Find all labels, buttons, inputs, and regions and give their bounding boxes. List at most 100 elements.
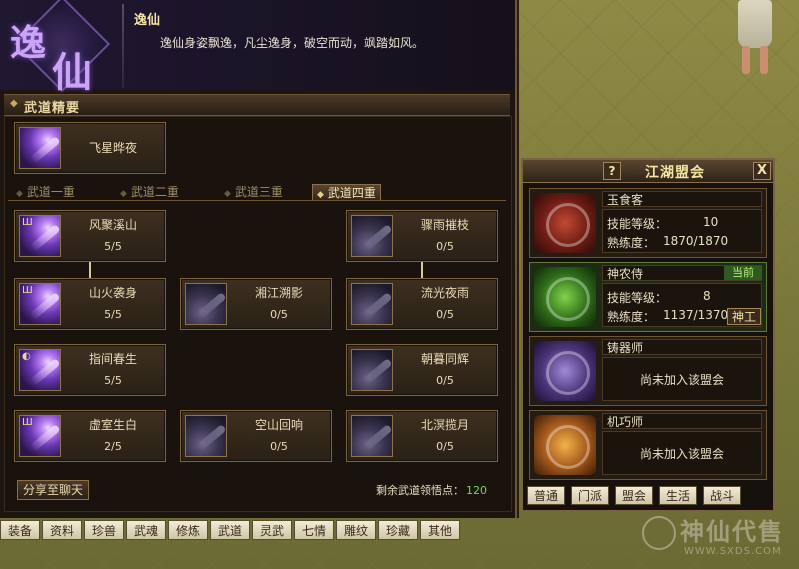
featured-skill-card[interactable]: 飞星晔夜 (14, 122, 166, 174)
craft-button[interactable]: 神工 (727, 308, 761, 325)
tab-tier-1[interactable]: ◆ 武道一重 (12, 184, 79, 200)
tab-equipment[interactable]: 装备 (0, 520, 40, 540)
tab-profile[interactable]: 资料 (42, 520, 82, 540)
tab-tier-3[interactable]: ◆ 武道三重 (220, 184, 287, 200)
guild-stats: 技能等级： 8 熟练度： 1137/1370 神工 (602, 283, 762, 327)
skill-card[interactable]: 朝暮同辉 0/5 (346, 344, 498, 396)
watermark-title: 神仙代售 (680, 517, 784, 546)
class-emblem: 逸 仙 (6, 0, 111, 96)
herbalist-guild-icon (534, 267, 596, 327)
tab-soul[interactable]: 武魂 (126, 520, 166, 540)
points-label: 剩余武道领悟点： (376, 484, 464, 497)
skill-level: 0/5 (270, 308, 288, 321)
points-value: 120 (466, 484, 487, 497)
tab-alliance[interactable]: 盟会 (615, 486, 653, 505)
tab-cultivation[interactable]: 修炼 (168, 520, 208, 540)
section-title: 武道精要 (24, 101, 81, 116)
skill-level: 0/5 (436, 240, 454, 253)
level-label: 技能等级： (607, 217, 668, 231)
skill-level: 0/5 (436, 308, 454, 321)
skill-connector (421, 262, 423, 278)
close-icon[interactable]: X (753, 162, 771, 180)
skill-level: 5/5 (104, 308, 122, 321)
skill-icon: ◐ (19, 349, 61, 391)
tab-tier-2[interactable]: ◆ 武道二重 (116, 184, 183, 200)
skill-card[interactable]: Ш 虚室生白 2/5 (14, 410, 166, 462)
guild-stats: 技能等级： 10 熟练度： 1870/1870 (602, 209, 762, 253)
character-figure (728, 0, 784, 78)
skill-icon (351, 415, 393, 457)
tab-collection[interactable]: 珍藏 (378, 520, 418, 540)
skill-card[interactable]: 流光夜雨 0/5 (346, 278, 498, 330)
level-value: 8 (703, 289, 711, 303)
level-label: 技能等级： (607, 291, 668, 305)
guild-card-current[interactable]: 神农侍 当前 技能等级： 8 熟练度： 1137/1370 神工 (529, 262, 767, 332)
guild-status: 尚未加入该盟会 (602, 431, 762, 475)
skill-name: 风聚溪山 (88, 218, 137, 232)
skill-name: 空山回响 (254, 418, 303, 432)
martial-path-panel: 逸 仙 逸仙 逸仙身姿飘逸，凡尘逸身，破空而动，飒踏如风。 ◆ 武道精要 飞星晔… (0, 0, 517, 518)
skill-name: 朝暮同辉 (420, 352, 469, 366)
emblem-char-1: 逸 (10, 22, 47, 64)
skill-card[interactable]: 骤雨摧枝 0/5 (346, 210, 498, 262)
tab-martial-path[interactable]: 武道 (210, 520, 250, 540)
guild-name: 机巧师 (602, 413, 762, 429)
tab-life[interactable]: 生活 (659, 486, 697, 505)
skill-level: 0/5 (436, 440, 454, 453)
class-description: 逸仙身姿飘逸，凡尘逸身，破空而动，飒踏如风。 (160, 36, 425, 50)
help-icon[interactable]: ? (603, 162, 621, 180)
skill-level: 0/5 (270, 440, 288, 453)
skill-card[interactable]: 空山回响 0/5 (180, 410, 332, 462)
tab-tier-4[interactable]: ◆ 武道四重 (312, 184, 381, 201)
remaining-points: 剩余武道领悟点： 120 (376, 482, 487, 498)
class-header: 逸 仙 逸仙 逸仙身姿飘逸，凡尘逸身，破空而动，飒踏如风。 (0, 0, 515, 96)
skill-card[interactable]: Ш 风聚溪山 5/5 (14, 210, 166, 262)
share-to-chat-button[interactable]: 分享至聊天 (17, 480, 90, 500)
guild-name: 铸器师 (602, 339, 762, 355)
emblem-char-2: 仙 (52, 49, 92, 96)
tab-combat[interactable]: 战斗 (703, 486, 741, 505)
skill-card[interactable]: 湘江溯影 0/5 (180, 278, 332, 330)
skill-icon (351, 215, 393, 257)
skill-name: 山火袭身 (88, 286, 137, 300)
tab-pets[interactable]: 珍兽 (84, 520, 124, 540)
alliance-tabs: 普通 门派 盟会 生活 战斗 (527, 486, 777, 508)
tab-other[interactable]: 其他 (420, 520, 460, 540)
skill-icon: Ш (19, 415, 61, 457)
proficiency-value: 1870/1870 (663, 234, 729, 248)
purple-slash-icon (19, 127, 61, 169)
watermark: 神仙代售 WWW.SXDS.COM (638, 508, 796, 566)
tab-spirit-weapon[interactable]: 灵武 (252, 520, 292, 540)
watermark-seal-icon (642, 516, 676, 550)
skill-icon: Ш (19, 283, 61, 325)
guild-status: 尚未加入该盟会 (602, 357, 762, 401)
skill-name: 虚室生白 (88, 418, 137, 432)
tab-engraving[interactable]: 雕纹 (336, 520, 376, 540)
guild-card[interactable]: 铸器师 尚未加入该盟会 (529, 336, 767, 406)
tab-sect[interactable]: 门派 (571, 486, 609, 505)
skill-name: 北溟揽月 (420, 418, 469, 432)
skill-card[interactable]: 北溟揽月 0/5 (346, 410, 498, 462)
skill-card[interactable]: Ш 山火袭身 5/5 (14, 278, 166, 330)
skill-card[interactable]: ◐ 指间春生 5/5 (14, 344, 166, 396)
watermark-url: WWW.SXDS.COM (684, 546, 782, 557)
smith-guild-icon (534, 341, 596, 401)
skill-level: 0/5 (436, 374, 454, 387)
skill-connector (89, 262, 91, 278)
tab-emotions[interactable]: 七情 (294, 520, 334, 540)
skill-icon (185, 283, 227, 325)
tab-normal[interactable]: 普通 (527, 486, 565, 505)
skill-level: 5/5 (104, 374, 122, 387)
character-tabs: 装备 资料 珍兽 武魂 修炼 武道 灵武 七情 雕纹 珍藏 其他 (0, 520, 470, 542)
skill-name: 指间春生 (88, 352, 137, 366)
guild-card[interactable]: 机巧师 尚未加入该盟会 (529, 410, 767, 480)
tier-tabs: ◆ 武道一重 ◆ 武道二重 ◆ 武道三重 ◆ 武道四重 (8, 184, 508, 202)
skill-name: 湘江溯影 (254, 286, 303, 300)
guild-card[interactable]: 玉食客 技能等级： 10 熟练度： 1870/1870 (529, 188, 767, 258)
skill-name: 骤雨摧枝 (420, 218, 469, 232)
alliance-header: ? 江湖盟会 X (523, 160, 773, 183)
level-value: 10 (703, 215, 719, 229)
skill-icon (351, 349, 393, 391)
current-badge: 当前 (724, 266, 762, 280)
proficiency-label: 熟练度： (607, 310, 656, 324)
